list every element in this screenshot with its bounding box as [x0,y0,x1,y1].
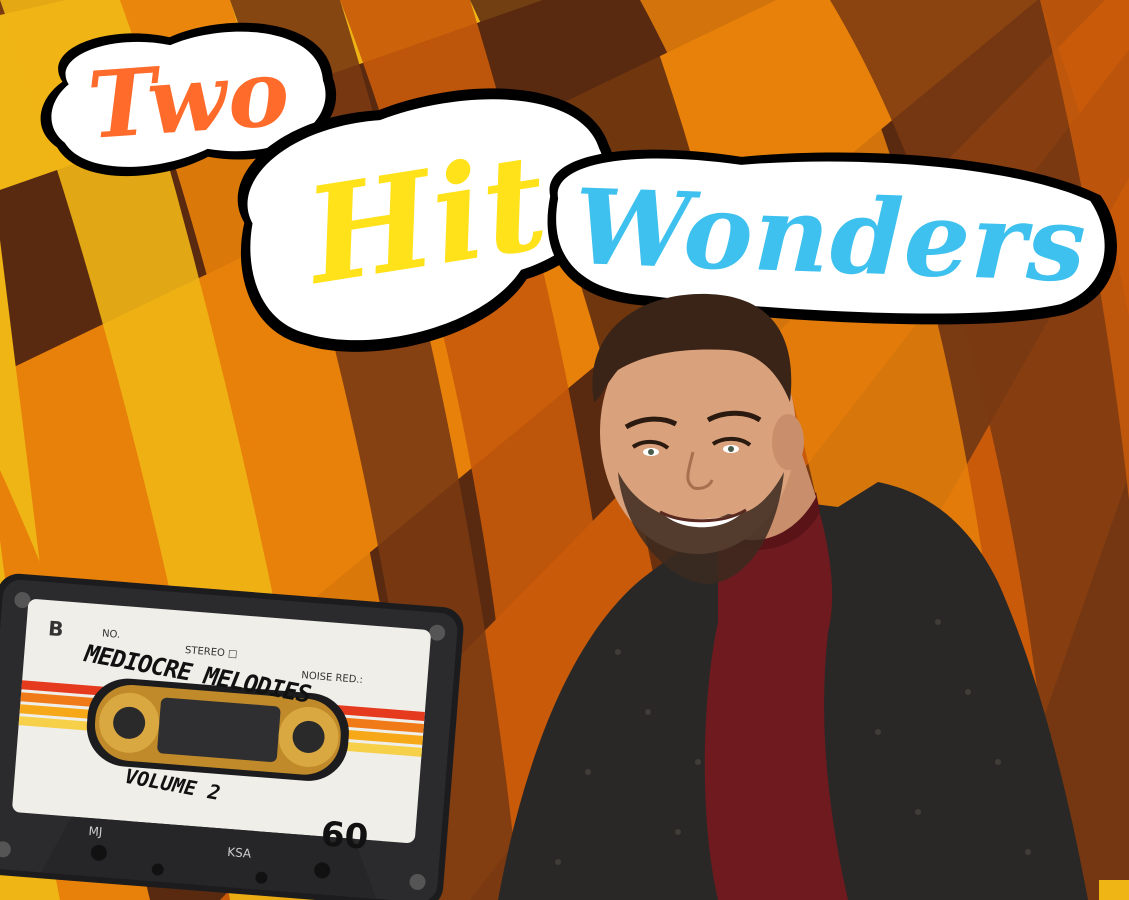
album-cover: Two Hit Wonders B NO. STEREO □ NOISE RED… [0,0,1129,900]
cassette-side: B [47,616,65,642]
cassette-tape: B NO. STEREO □ NOISE RED.: MEDIOCRE MELO… [0,564,474,900]
cassette-no-label: NO. [101,628,121,641]
cassette-length: 60 [319,814,370,858]
cassette-bottom-left-mark: MJ [87,823,103,840]
corner-accent [1099,880,1129,900]
cassette-bottom-right-mark: KSA [226,844,252,861]
person-photo [498,293,1088,900]
